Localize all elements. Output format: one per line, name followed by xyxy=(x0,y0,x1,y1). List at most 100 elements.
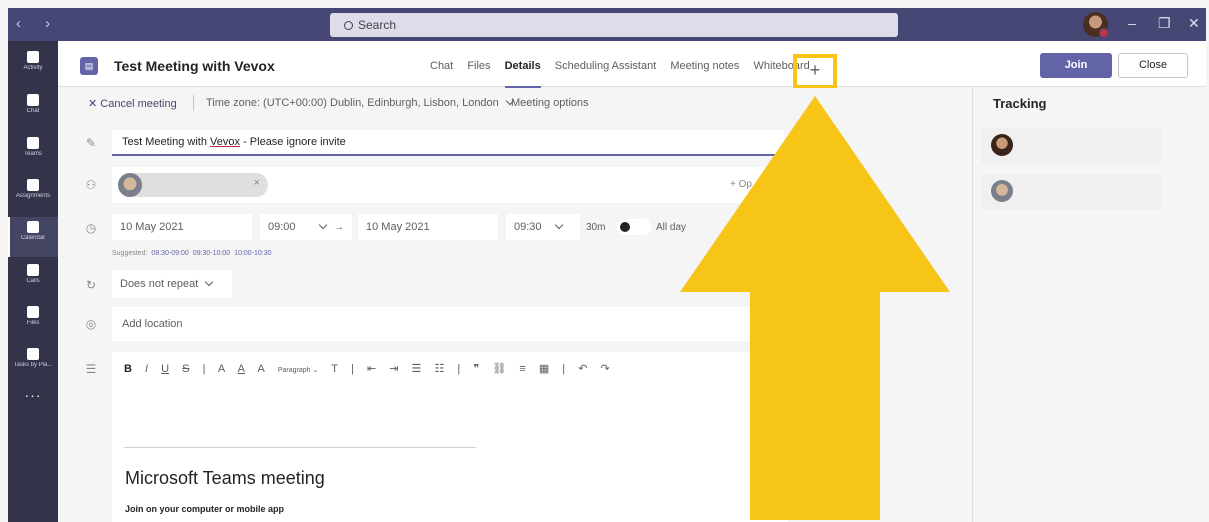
rail-item-activity[interactable]: Activity xyxy=(8,47,58,87)
search-input[interactable]: Search xyxy=(330,13,898,37)
close-button[interactable]: Close xyxy=(1118,53,1188,78)
text-format-icon: ☰ xyxy=(85,362,97,376)
align-button[interactable]: ≡ xyxy=(519,363,525,375)
rail-label: Teams xyxy=(24,151,42,157)
repeat-select[interactable]: Does not repeat xyxy=(112,270,232,298)
avatar xyxy=(118,173,142,197)
undo-button[interactable]: ↶ xyxy=(578,363,587,375)
list-item xyxy=(981,174,1161,210)
profile-avatar[interactable] xyxy=(1083,12,1109,38)
quote-button[interactable]: ❞ xyxy=(473,363,479,375)
outdent-button[interactable]: ⇤ xyxy=(367,363,376,375)
meeting-title: Test Meeting with Vevox xyxy=(114,58,275,74)
link-button[interactable]: ⛓ xyxy=(492,363,506,375)
divider xyxy=(124,447,476,448)
search-placeholder: Search xyxy=(358,18,397,32)
app-rail: Activity Chat Teams Assignments Calendar… xyxy=(8,41,58,522)
rail-label: Chat xyxy=(26,108,40,114)
rail-item-teams[interactable]: Teams xyxy=(8,133,58,173)
teams-meeting-heading: Microsoft Teams meeting xyxy=(125,468,325,488)
clear-format-button[interactable]: T xyxy=(331,363,338,375)
bullet-list-button[interactable]: ☰ xyxy=(412,363,422,375)
rail-item-tasks[interactable]: Tasks by Pla... xyxy=(8,344,58,384)
add-attendee-icon: ⚇ xyxy=(85,178,97,192)
chevron-down-icon xyxy=(554,220,563,230)
toolbar-divider: | xyxy=(202,363,206,375)
all-day-toggle[interactable] xyxy=(617,219,651,235)
font-size-button[interactable]: A xyxy=(257,363,264,375)
rail-label: Tasks by Pla... xyxy=(13,362,53,368)
remove-attendee-icon[interactable]: × xyxy=(254,177,260,189)
meeting-header: ▤ Test Meeting with Vevox Chat Files Det… xyxy=(58,41,1206,89)
calendar-icon: ▤ xyxy=(80,57,98,75)
start-date-field[interactable]: 10 May 2021 xyxy=(112,214,252,240)
end-date-field[interactable]: 10 May 2021 xyxy=(358,214,498,240)
minimize-icon[interactable]: – xyxy=(1128,15,1136,31)
avatar xyxy=(991,180,1013,202)
redo-button[interactable]: ↷ xyxy=(600,363,609,375)
location-icon: ◎ xyxy=(85,317,97,331)
paragraph-select[interactable]: Paragraph ⌄ xyxy=(278,367,319,374)
toolbar-divider: | xyxy=(457,363,461,375)
rail-item-calendar[interactable]: Calendar xyxy=(8,217,58,257)
nav-arrows[interactable]: ‹ › xyxy=(16,15,60,32)
divider xyxy=(193,95,194,111)
rail-label: Activity xyxy=(23,65,43,71)
tab-details[interactable]: Details xyxy=(505,60,541,72)
end-time-value: 09:30 xyxy=(514,221,542,233)
rail-item-chat[interactable]: Chat xyxy=(8,90,58,130)
repeat-icon: ↻ xyxy=(85,278,97,292)
search-icon xyxy=(344,21,353,30)
tab-chat[interactable]: Chat xyxy=(430,60,453,72)
attendee-chip: × xyxy=(118,173,268,197)
chat-icon xyxy=(27,94,39,106)
suggested-time-link[interactable]: 09:30-10:00 xyxy=(193,250,230,257)
timezone-label: Time zone: (UTC+00:00) Dublin, Edinburgh… xyxy=(206,97,499,109)
calendar-icon xyxy=(27,221,39,233)
duration-label: 30m xyxy=(586,222,606,233)
font-color-button[interactable]: A xyxy=(238,363,245,375)
tab-scheduling-assistant[interactable]: Scheduling Assistant xyxy=(555,60,657,72)
clock-icon: ◷ xyxy=(85,221,97,235)
numbered-list-button[interactable]: ☷ xyxy=(434,363,444,375)
timezone-select[interactable]: Time zone: (UTC+00:00) Dublin, Edinburgh… xyxy=(206,96,519,109)
underline-button[interactable]: U xyxy=(161,363,169,375)
suggested-label: Suggested: xyxy=(112,250,148,257)
suggested-times: Suggested: 08:30-09:00 09:30-10:00 10:00-10… xyxy=(112,250,272,257)
arrow-right-icon: → xyxy=(334,222,344,233)
tracking-title: Tracking xyxy=(993,96,1047,111)
rail-item-assignments[interactable]: Assignments xyxy=(8,175,58,215)
join-button[interactable]: Join xyxy=(1040,53,1112,78)
cancel-meeting-button[interactable]: ✕ Cancel meeting xyxy=(88,97,177,110)
suggested-time-link[interactable]: 08:30-09:00 xyxy=(151,250,188,257)
join-instructions: Join on your computer or mobile app xyxy=(125,504,285,514)
title-brand: Vevox xyxy=(210,136,241,148)
title-prefix: Test Meeting with xyxy=(122,136,211,148)
meeting-options-link[interactable]: Meeting options xyxy=(511,97,589,109)
toolbar-divider: | xyxy=(351,363,354,375)
add-tab-button[interactable]: + xyxy=(793,54,837,89)
bell-icon xyxy=(27,51,39,63)
strikethrough-button[interactable]: S xyxy=(182,363,189,375)
more-apps-icon[interactable]: ··· xyxy=(8,387,58,403)
table-button[interactable]: ▦ xyxy=(539,363,549,375)
title-suffix: - Please ignore invite xyxy=(240,136,346,148)
rail-label: Files xyxy=(26,320,40,326)
rail-item-files[interactable]: Files xyxy=(8,302,58,342)
close-window-icon[interactable]: ✕ xyxy=(1188,15,1200,32)
chevron-down-icon xyxy=(205,277,214,287)
assignments-icon xyxy=(27,179,39,191)
maximize-icon[interactable]: ❐ xyxy=(1158,15,1171,32)
tab-meeting-notes[interactable]: Meeting notes xyxy=(670,60,739,72)
tab-files[interactable]: Files xyxy=(467,60,490,72)
highlight-arrow-icon xyxy=(680,96,950,520)
suggested-time-link[interactable]: 10:00-10:30 xyxy=(234,250,271,257)
file-icon xyxy=(27,306,39,318)
highlight-button[interactable]: A xyxy=(218,363,225,375)
italic-button[interactable]: I xyxy=(145,363,148,375)
end-time-field[interactable]: 09:30 xyxy=(506,214,580,240)
rail-label: Calls xyxy=(26,278,40,284)
bold-button[interactable]: B xyxy=(124,363,132,375)
indent-button[interactable]: ⇥ xyxy=(389,363,398,375)
rail-item-calls[interactable]: Calls xyxy=(8,260,58,300)
